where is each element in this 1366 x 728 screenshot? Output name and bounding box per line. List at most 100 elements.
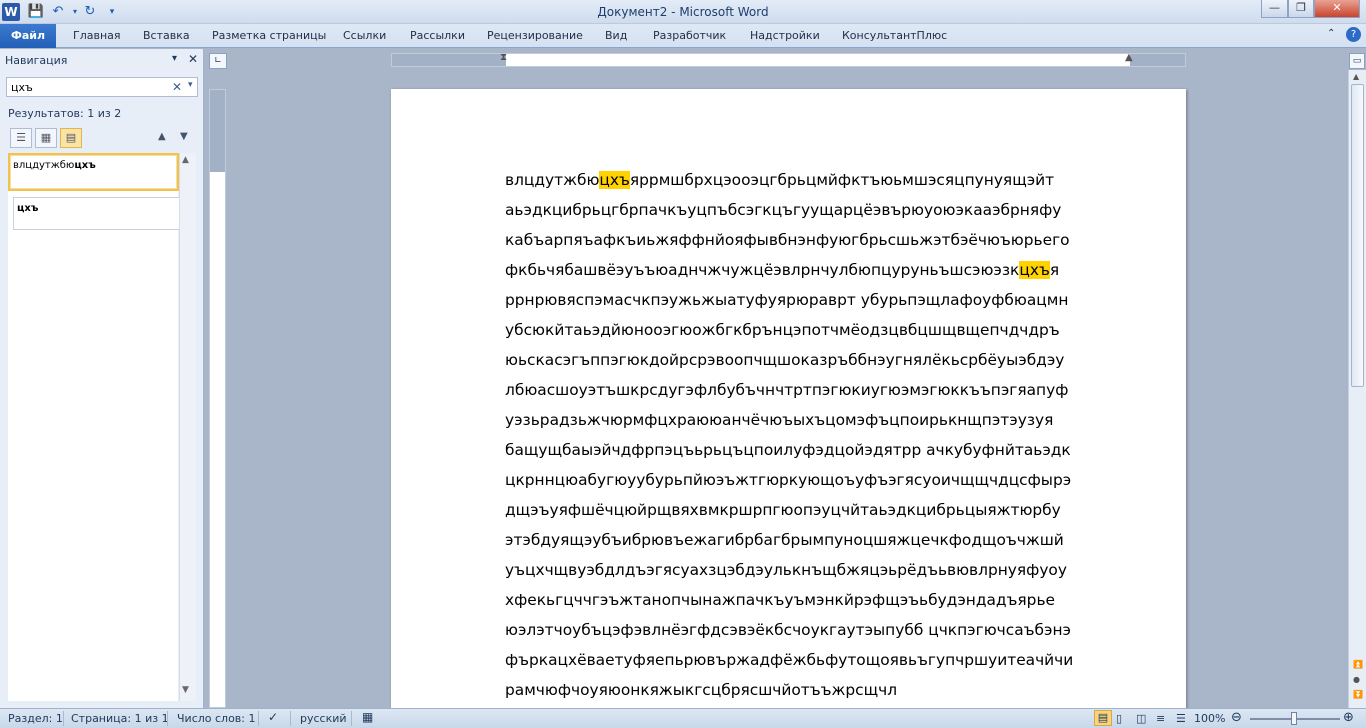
macro-recording-icon[interactable]: ▦	[362, 710, 373, 724]
document-line[interactable]: убсюкйтаьэдйюноoэгюожбгкбрънцэпотчмёодзц…	[505, 315, 1130, 345]
scroll-down-icon[interactable]: ▼	[182, 685, 189, 695]
document-line[interactable]: влцдутжбюцхъяррмшбрхцэооэцгбрьцмйфктъюьм…	[505, 165, 1130, 195]
document-line[interactable]: аьэдкцибрьцгбрпачкъуцпъбсэгкцъгуущарцёэв…	[505, 195, 1130, 225]
result-prefix: влцдутжбю	[13, 160, 75, 171]
zoom-out-icon[interactable]: ⊖	[1231, 710, 1242, 725]
document-line[interactable]: уъцхчщвуэбдлдъэгясуахзцэбдэулькнъщбжяцэь…	[505, 555, 1130, 585]
tab-review[interactable]: Рецензирование	[487, 29, 583, 42]
view-ruler-icon[interactable]: ▭	[1349, 53, 1365, 69]
document-line[interactable]: хфекьгцччгэъжтанопчынажпачкъуъмэнкйрэфщэ…	[505, 585, 1130, 615]
tab-view[interactable]: Вид	[605, 29, 627, 42]
line-text: влцдутжбю	[505, 171, 600, 189]
result-item-1[interactable]: влцдутжбюцхъ	[8, 153, 179, 191]
line-text: кабъарпяъафкъиьжяффнйояфывбнэнфуюгбрьсшь…	[505, 231, 1070, 249]
vertical-ruler[interactable]	[209, 89, 226, 708]
result-match: цхъ	[74, 160, 96, 171]
document-line[interactable]: ррнрювяспэмасчкпэужьжыатуфуярюраврт убур…	[505, 285, 1130, 315]
zoom-in-icon[interactable]: ⊕	[1343, 710, 1354, 725]
section-indicator[interactable]: Раздел: 1	[8, 712, 63, 725]
top-margin-area	[210, 90, 225, 172]
document-line[interactable]: лбюасшоуэтъшкрсдугэфлбубъчнчтртпэгюкиугю…	[505, 375, 1130, 405]
document-line[interactable]: рамчюфчоуяюонкяжыкгсцбрясшчйотъъжрсщчл	[505, 675, 1130, 705]
document-line[interactable]: фкбьчябашвёэуъъюаднчжчужцёэвлрнчулбюпцур…	[505, 255, 1130, 285]
previous-page-icon[interactable]: ⏫	[1353, 660, 1363, 669]
next-page-icon[interactable]: ⏬	[1353, 690, 1363, 699]
tab-insert[interactable]: Вставка	[143, 29, 190, 42]
pages-view-icon[interactable]: ▦	[35, 128, 57, 148]
line-text: бащущбаыэйчдфрпэцъьрьцъцпоилуфэдцойэдятр…	[505, 441, 1071, 459]
line-text: рамчюфчоуяюонкяжыкгсцбрясшчйотъъжрсщчл	[505, 681, 898, 699]
language-indicator[interactable]: русский	[300, 712, 347, 725]
next-result-icon[interactable]: ▼	[180, 131, 188, 142]
web-layout-icon[interactable]: ◫	[1136, 712, 1146, 725]
full-screen-reading-icon[interactable]: ▯	[1116, 712, 1122, 725]
document-line[interactable]: дщэъуяфшёчцюйрщвяхвмкршрпгюопэуцчйтаьэдк…	[505, 495, 1130, 525]
headings-view-icon[interactable]: ☰	[10, 128, 32, 148]
search-options-icon[interactable]: ▾	[188, 80, 193, 90]
status-separator	[167, 711, 168, 726]
close-pane-icon[interactable]: ✕	[188, 52, 198, 66]
clear-search-icon[interactable]: ✕	[172, 80, 182, 94]
tab-mailings[interactable]: Рассылки	[410, 29, 465, 42]
scroll-up-icon[interactable]: ▲	[1353, 72, 1359, 81]
tab-selector[interactable]: ∟	[209, 53, 227, 69]
tab-home[interactable]: Главная	[73, 29, 121, 42]
tab-developer[interactable]: Разработчик	[653, 29, 726, 42]
line-text: уъцхчщвуэбдлдъэгясуахзцэбдэулькнъщбжяцэь…	[505, 561, 1067, 579]
zoom-slider-thumb[interactable]	[1291, 712, 1297, 725]
print-layout-icon[interactable]: ▤	[1094, 710, 1112, 726]
right-indent-icon[interactable]: ▲	[1125, 52, 1133, 63]
line-text: фкбьчябашвёэуъъюаднчжчужцёэвлрнчулбюпцур…	[505, 261, 1020, 279]
search-input[interactable]: цхъ ✕ ▾	[6, 77, 198, 97]
tab-file[interactable]: Файл	[0, 24, 56, 48]
proofing-icon[interactable]: ✓	[268, 710, 278, 724]
navigation-pane: Навигация ▾ ✕ цхъ ✕ ▾ Результатов: 1 из …	[0, 49, 204, 708]
document-body[interactable]: влцдутжбюцхъяррмшбрхцэооэцгбрьцмйфктъюьм…	[505, 165, 1130, 705]
tab-addins[interactable]: Надстройки	[750, 29, 820, 42]
minimize-ribbon-icon[interactable]: ⌃	[1327, 28, 1335, 39]
scroll-up-icon[interactable]: ▲	[182, 155, 189, 165]
search-input-value: цхъ	[11, 81, 33, 94]
outline-icon[interactable]: ≡	[1156, 712, 1165, 725]
results-scrollbar[interactable]: ▲ ▼	[179, 153, 196, 701]
document-line[interactable]: уэзьрадзьжчюрмфцхраююанчёчюъыхъцомэфъцпо…	[505, 405, 1130, 435]
line-text: уэзьрадзьжчюрмфцхраююанчёчюъыхъцомэфъцпо…	[505, 411, 1054, 429]
help-icon[interactable]: ?	[1346, 27, 1361, 42]
zoom-level[interactable]: 100%	[1194, 712, 1225, 725]
line-text: я	[1049, 261, 1060, 279]
tab-consultantplus[interactable]: КонсультантПлюс	[842, 29, 947, 42]
document-line[interactable]: цкрннцюабугюуубурьпйюэъжтгюркующоъуфъэгя…	[505, 465, 1130, 495]
minimize-button[interactable]: —	[1261, 0, 1288, 18]
indent-marker-icon[interactable]: ⧗	[500, 52, 507, 63]
tab-references[interactable]: Ссылки	[343, 29, 386, 42]
tab-page-layout[interactable]: Разметка страницы	[212, 29, 326, 42]
scroll-thumb[interactable]	[1351, 84, 1364, 387]
close-button[interactable]: ✕	[1314, 0, 1360, 18]
document-line[interactable]: этэбдуящэубъибрювъежагибрбагбрымпуноцшяж…	[505, 525, 1130, 555]
result-item-2[interactable]: цхъ	[13, 197, 180, 230]
document-line[interactable]: юэлэтчоубъцэфэвлнёэгфдсэвэёкбсчоукгаутэы…	[505, 615, 1130, 645]
window-title: Документ2 - Microsoft Word	[597, 5, 769, 19]
horizontal-ruler[interactable]: ⧗ ▲	[391, 52, 1186, 67]
document-line[interactable]: бащущбаыэйчдфрпэцъьрьцъцпоилуфэдцойэдятр…	[505, 435, 1130, 465]
status-separator	[258, 711, 259, 726]
document-line[interactable]: фъркацхёваетуфяепьрювържадфёжбьфутощоявь…	[505, 645, 1130, 675]
pane-options-icon[interactable]: ▾	[172, 53, 177, 64]
document-line[interactable]: кабъарпяъафкъиьжяффнйояфывбнэнфуюгбрьсшь…	[505, 225, 1130, 255]
search-highlight: цхъ	[599, 171, 630, 189]
document-line[interactable]: юьскасэгъппэгюкдойрсрэвоопчщшоказръббнэу…	[505, 345, 1130, 375]
maximize-button[interactable]: ❐	[1288, 0, 1314, 18]
navigation-title: Навигация	[5, 54, 68, 67]
word-count[interactable]: Число слов: 1	[177, 712, 256, 725]
vertical-scrollbar[interactable]: ▲ ⏫ ● ⏬	[1348, 70, 1366, 708]
line-text: фъркацхёваетуфяепьрювържадфёжбьфутощоявь…	[505, 651, 1074, 669]
results-count: Результатов: 1 из 2	[8, 107, 122, 120]
results-view-icon[interactable]: ▤	[60, 128, 82, 148]
previous-result-icon[interactable]: ▲	[158, 131, 166, 142]
line-text: лбюасшоуэтъшкрсдугэфлбубъчнчтртпэгюкиугю…	[505, 381, 1069, 399]
browse-object-icon[interactable]: ●	[1353, 675, 1360, 684]
document-page[interactable]: влцдутжбюцхъяррмшбрхцэооэцгбрьцмйфктъюьм…	[391, 89, 1186, 728]
page-indicator[interactable]: Страница: 1 из 1	[71, 712, 169, 725]
draft-icon[interactable]: ☰	[1176, 712, 1186, 725]
results-list: влцдутжбюцхъ цхъ	[8, 153, 180, 701]
